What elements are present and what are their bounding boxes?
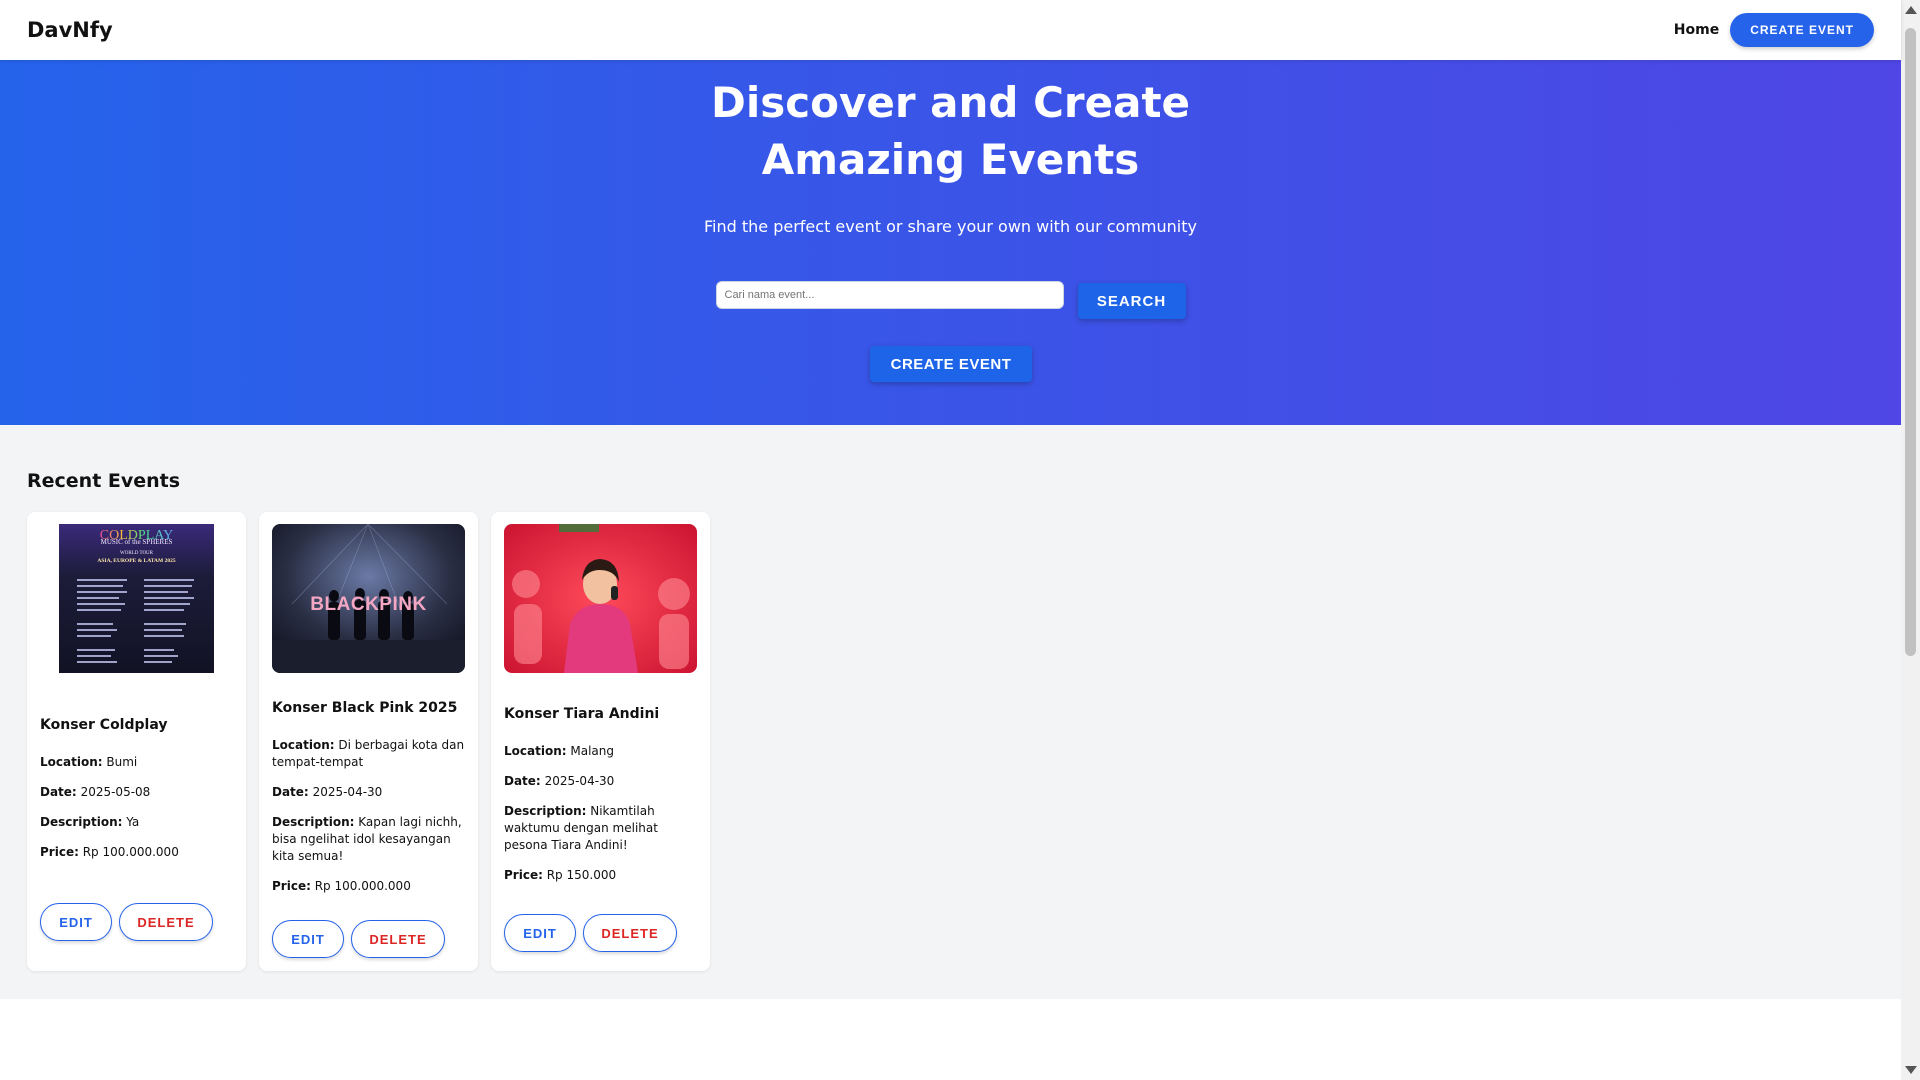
nav-right: Home CREATE EVENT (1674, 13, 1874, 47)
page-scrollbar[interactable] (1901, 0, 1920, 1080)
location-label: Location: (504, 744, 567, 758)
poster-heading: BLACKPINK (310, 594, 426, 615)
price-value: Rp 150.000 (546, 868, 617, 882)
concert-photo: BLACKPINK (272, 524, 465, 673)
event-card: BLACKPINK Konser Black Pink 2025 Locatio… (259, 512, 478, 971)
location-value: Malang (570, 744, 614, 758)
event-description: Description: Kapan lagi nichh, bisa ngel… (272, 814, 465, 865)
poster-sub: MUSIC of the SPHERES (101, 538, 173, 546)
price-value: Rp 100.000.000 (82, 845, 179, 859)
hero-title: Discover and Create Amazing Events (710, 78, 1191, 184)
description-label: Description: (504, 804, 587, 818)
date-value: 2025-04-30 (312, 785, 383, 799)
brand-logo[interactable]: DavNfy (27, 18, 113, 42)
price-value: Rp 100.000.000 (314, 879, 411, 893)
event-location: Location: Bumi (40, 754, 233, 771)
poster-image: COLDPLAY MUSIC of the SPHERES WORLD TOUR… (59, 524, 214, 673)
date-value: 2025-04-30 (544, 774, 615, 788)
scroll-up-arrow-icon[interactable] (1905, 6, 1917, 14)
event-description: Description: Ya (40, 814, 233, 831)
event-card: COLDPLAY MUSIC of the SPHERES WORLD TOUR… (27, 512, 246, 971)
description-label: Description: (40, 815, 123, 829)
hero-create-event-button[interactable]: CREATE EVENT (870, 346, 1032, 382)
date-label: Date: (40, 785, 77, 799)
search-button[interactable]: SEARCH (1077, 283, 1186, 319)
hero-section: Discover and Create Amazing Events Find … (0, 60, 1901, 425)
price-label: Price: (272, 879, 311, 893)
delete-button[interactable]: DELETE (119, 903, 213, 941)
poster-tour: WORLD TOUR (120, 551, 154, 556)
edit-button[interactable]: EDIT (40, 903, 112, 941)
edit-button[interactable]: EDIT (272, 920, 344, 958)
description-value: Ya (126, 815, 140, 829)
event-image-coldplay: COLDPLAY MUSIC of the SPHERES WORLD TOUR… (59, 524, 214, 673)
delete-button[interactable]: DELETE (351, 920, 445, 958)
event-title: Konser Tiara Andini (504, 706, 660, 722)
delete-button[interactable]: DELETE (583, 914, 677, 952)
edit-button[interactable]: EDIT (504, 914, 576, 952)
search-input[interactable] (715, 281, 1064, 309)
event-image-blackpink: BLACKPINK (272, 524, 465, 673)
event-image-tiara (504, 524, 697, 673)
recent-events-section: Recent Events COLDPLAY MUSIC of the SPHE… (0, 425, 1901, 999)
search-bar: SEARCH (0, 281, 1901, 319)
event-date: Date: 2025-04-30 (504, 773, 697, 790)
price-label: Price: (40, 845, 79, 859)
description-label: Description: (272, 815, 355, 829)
event-description: Description: Nikamtilah waktumu dengan m… (504, 803, 697, 854)
section-title: Recent Events (27, 470, 181, 492)
nav-home-link[interactable]: Home (1674, 22, 1719, 38)
scroll-thumb[interactable] (1905, 28, 1916, 656)
poster-region: ASIA, EUROPE & LATAM 2025 (97, 558, 175, 564)
location-label: Location: (272, 738, 335, 752)
scroll-down-arrow-icon[interactable] (1905, 1066, 1917, 1074)
event-location: Location: Malang (504, 743, 697, 760)
event-price: Price: Rp 100.000.000 (40, 844, 233, 861)
location-label: Location: (40, 755, 103, 769)
event-date: Date: 2025-04-30 (272, 784, 465, 801)
event-card: Konser Tiara Andini Location: Malang Dat… (491, 512, 710, 971)
event-title: Konser Coldplay (40, 717, 168, 733)
singer-photo (504, 524, 697, 673)
date-value: 2025-05-08 (80, 785, 151, 799)
price-label: Price: (504, 868, 543, 882)
hero-subtitle: Find the perfect event or share your own… (704, 217, 1197, 236)
event-price: Price: Rp 150.000 (504, 867, 697, 884)
event-location: Location: Di berbagai kota dan tempat-te… (272, 737, 465, 771)
nav-create-event-button[interactable]: CREATE EVENT (1730, 13, 1874, 47)
date-label: Date: (272, 785, 309, 799)
event-price: Price: Rp 100.000.000 (272, 878, 465, 895)
top-navbar: DavNfy Home CREATE EVENT (0, 0, 1901, 60)
event-date: Date: 2025-05-08 (40, 784, 233, 801)
location-value: Bumi (106, 755, 138, 769)
event-title: Konser Black Pink 2025 (272, 700, 458, 716)
date-label: Date: (504, 774, 541, 788)
